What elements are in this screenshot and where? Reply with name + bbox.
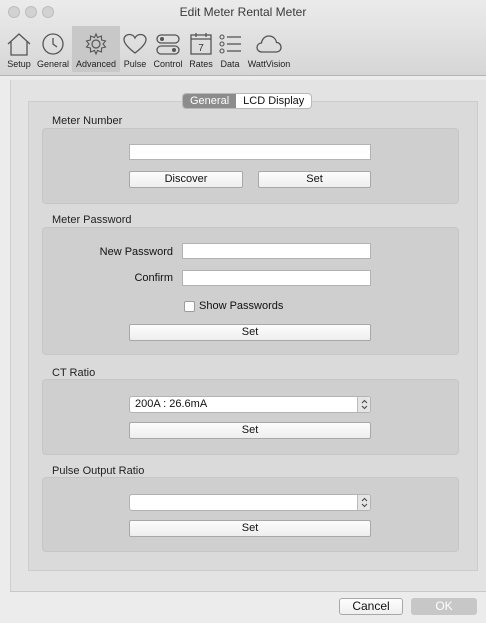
pulse-output-ratio-group [42,477,459,552]
cancel-button[interactable]: Cancel [339,598,403,615]
tab-general[interactable]: General [183,94,237,108]
ct-ratio-set-button[interactable]: Set [129,422,371,439]
toolbar-item-advanced[interactable]: Advanced [72,26,120,72]
list-icon [219,34,241,54]
show-passwords-checkbox[interactable] [184,301,195,312]
edit-meter-window: Edit Meter Rental Meter Setup General Ad… [0,0,486,623]
ct-ratio-select[interactable]: 200A : 26.6mA [129,396,371,413]
toolbar-item-data[interactable]: Data [216,26,244,72]
new-password-label: New Password [99,246,173,258]
new-password-field[interactable] [182,243,371,259]
toggle-switches-icon [156,34,180,55]
meter-password-set-button[interactable]: Set [129,324,371,341]
clock-icon [42,33,64,55]
ct-ratio-group [42,379,459,455]
tab-lcd-display[interactable]: LCD Display [236,94,311,108]
ct-ratio-heading: CT Ratio [52,367,96,379]
confirm-password-field[interactable] [182,270,371,286]
ct-ratio-selected-value: 200A : 26.6mA [135,398,208,410]
show-passwords-label: Show Passwords [199,300,284,312]
toolbar-item-general[interactable]: General [34,26,72,72]
cloud-icon [256,35,282,53]
toolbar: Setup General Advanced Pulse Control 7 R… [4,26,294,74]
meter-number-heading: Meter Number [52,115,123,127]
pulse-output-ratio-select[interactable] [129,494,371,511]
up-down-chevron-icon [357,397,370,412]
confirm-password-label: Confirm [134,272,173,284]
meter-number-set-button[interactable]: Set [258,171,371,188]
window-title: Edit Meter Rental Meter [179,5,307,19]
toolbar-item-control[interactable]: Control [150,26,186,72]
calendar-icon: 7 [190,33,212,55]
meter-password-heading: Meter Password [52,214,132,226]
house-icon [7,33,31,56]
svg-text:7: 7 [198,43,204,54]
ok-button[interactable]: OK [411,598,477,615]
pulse-output-ratio-heading: Pulse Output Ratio [52,465,145,477]
toolbar-item-rates[interactable]: 7 Rates [186,26,216,72]
meter-number-input[interactable] [129,144,371,160]
tab-bar: General LCD Display [182,93,313,109]
up-down-chevron-icon [357,495,370,510]
toolbar-item-setup[interactable]: Setup [4,26,34,72]
heart-icon [123,33,147,54]
gear-icon [85,32,107,56]
pulse-output-ratio-set-button[interactable]: Set [129,520,371,537]
toolbar-item-wattvision[interactable]: WattVision [244,26,294,72]
title-bar: Edit Meter Rental Meter Setup General Ad… [0,0,486,76]
discover-button[interactable]: Discover [129,171,243,188]
meter-number-group [42,128,459,204]
toolbar-item-pulse[interactable]: Pulse [120,26,150,72]
